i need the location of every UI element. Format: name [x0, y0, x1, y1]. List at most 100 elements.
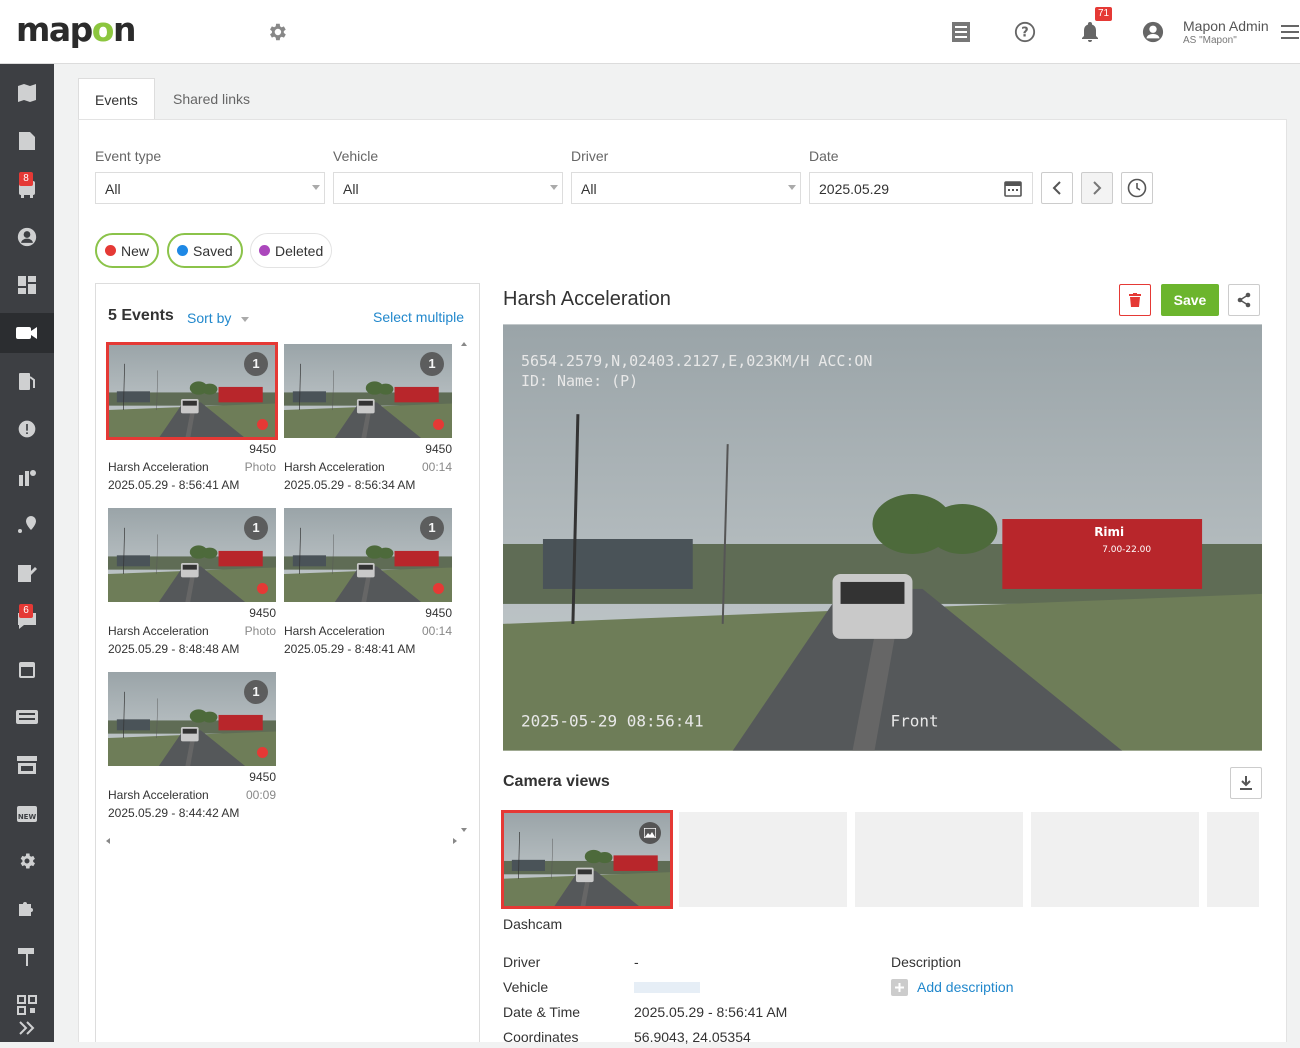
sidebar-item-video[interactable]	[0, 313, 54, 353]
new-calendar-icon: NEW	[17, 806, 37, 822]
date-label: Date	[809, 148, 839, 164]
blue-status-dot	[177, 245, 188, 256]
next-date-button[interactable]	[1081, 172, 1113, 204]
event-datetime: 2025.05.29 - 8:56:34 AM	[284, 478, 416, 492]
tab-events[interactable]: Events	[78, 78, 155, 120]
sidebar-item-drivers[interactable]	[0, 217, 54, 257]
sidebar-item-tasks[interactable]	[0, 553, 54, 593]
sidebar-item-fuel[interactable]	[0, 361, 54, 401]
share-icon	[1237, 292, 1251, 308]
event-type-select[interactable]: All	[95, 172, 325, 204]
sidebar-item-dashboard[interactable]	[0, 265, 54, 305]
sidebar-item-settings[interactable]	[0, 841, 54, 881]
event-thumbnail[interactable]: 1	[284, 508, 452, 602]
svg-text:?: ?	[1021, 26, 1028, 41]
description-label: Description	[891, 954, 962, 970]
sidebar-item-store[interactable]	[0, 745, 54, 785]
event-main-photo[interactable]: 5654.2579,N,02403.2127,E,023KM/H ACC:ON …	[503, 324, 1262, 751]
download-button[interactable]	[1230, 767, 1262, 799]
filter-saved-pill[interactable]: Saved	[167, 233, 243, 268]
sidebar-item-keyboard[interactable]	[0, 697, 54, 737]
sidebar-expand-button[interactable]	[0, 1008, 54, 1048]
share-button[interactable]	[1228, 284, 1260, 316]
map-icon	[18, 84, 36, 102]
sidebar-item-new-features[interactable]: NEW	[0, 793, 54, 833]
camera-view-dashcam[interactable]	[501, 810, 673, 909]
add-plus-icon[interactable]	[891, 979, 908, 996]
sidebar-item-calendar[interactable]	[0, 649, 54, 689]
camera-views-title: Camera views	[503, 773, 610, 790]
filter-deleted-pill[interactable]: Deleted	[250, 233, 333, 268]
keyboard-icon	[16, 710, 38, 724]
camera-overlay-text: Front	[890, 712, 938, 731]
add-description-link[interactable]: Add description	[917, 979, 1014, 995]
mapon-logo[interactable]: mapon	[16, 10, 136, 49]
sidebar-item-places[interactable]	[0, 505, 54, 545]
event-media: 00:14	[421, 624, 452, 638]
event-vehicle: 9450	[249, 606, 276, 620]
new-status-dot	[433, 419, 444, 430]
save-button[interactable]: Save	[1161, 284, 1219, 316]
sidebar-item-maintenance[interactable]	[0, 457, 54, 497]
event-thumbnail[interactable]: 1	[108, 508, 276, 602]
help-icon[interactable]: ?	[1010, 17, 1040, 47]
event-thumbnail[interactable]: 1	[106, 342, 278, 440]
tab-shared-links[interactable]: Shared links	[157, 78, 266, 120]
reports-list-icon[interactable]	[946, 17, 976, 47]
driver-value: All	[581, 181, 597, 197]
event-media: 00:09	[245, 788, 276, 802]
id-overlay-text: ID: Name: (P)	[521, 372, 638, 390]
scroll-left-arrow-icon[interactable]	[106, 838, 110, 844]
event-media: Photo	[244, 460, 276, 474]
sidebar-item-documents[interactable]	[0, 121, 54, 161]
select-multiple-link[interactable]: Select multiple	[373, 309, 464, 325]
event-media: 00:14	[421, 460, 452, 474]
date-input[interactable]: 2025.05.29	[809, 172, 1033, 204]
vehicle-select[interactable]: All	[333, 172, 563, 204]
sort-by-dropdown[interactable]: Sort by	[187, 310, 250, 326]
filter-new-pill[interactable]: New	[95, 233, 160, 268]
event-type-value: All	[105, 181, 121, 197]
settings-gear-icon[interactable]	[262, 17, 292, 47]
user-avatar-icon[interactable]	[1138, 17, 1168, 47]
dashcam-photo: 5654.2579,N,02403.2127,E,023KM/H ACC:ON …	[503, 324, 1262, 751]
sidebar-item-map[interactable]	[0, 73, 54, 113]
scroll-up-arrow-icon[interactable]	[461, 342, 467, 346]
media-count-badge: 1	[244, 516, 268, 540]
driver-field-label: Driver	[503, 954, 541, 970]
scroll-right-arrow-icon[interactable]	[453, 838, 457, 844]
event-datetime: 2025.05.29 - 8:44:42 AM	[108, 806, 240, 820]
store-hours-text: 7.00-22.00	[1102, 545, 1151, 555]
sidebar-item-alerts[interactable]	[0, 409, 54, 449]
scroll-down-arrow-icon[interactable]	[461, 828, 467, 832]
dashboard-icon	[18, 276, 36, 294]
time-range-button[interactable]	[1121, 172, 1153, 204]
top-bar: mapon ? 71 Mapon Admin AS "Mapon"	[0, 0, 1300, 64]
user-name[interactable]: Mapon Admin	[1183, 18, 1269, 34]
previous-date-button[interactable]	[1041, 172, 1073, 204]
coordinates-field-label: Coordinates	[503, 1029, 579, 1045]
driver-select[interactable]: All	[571, 172, 801, 204]
calendar-icon[interactable]	[1004, 179, 1022, 197]
events-count-title: 5 Events	[108, 307, 174, 324]
download-icon	[1240, 776, 1252, 790]
vehicle-label: Vehicle	[333, 148, 379, 164]
edit-document-icon	[18, 565, 37, 582]
camera-label: Dashcam	[503, 916, 563, 932]
event-thumbnail[interactable]: 1	[284, 344, 452, 438]
svg-text:NEW: NEW	[18, 813, 37, 821]
wrench-chart-icon	[19, 470, 36, 486]
event-thumbnail[interactable]: 1	[108, 672, 276, 766]
notifications-bell-icon[interactable]	[1075, 17, 1105, 47]
coordinates-field-value[interactable]: 56.9043, 24.05354	[634, 1029, 751, 1045]
fuel-icon	[19, 373, 35, 390]
calendar-icon	[19, 662, 35, 678]
sidebar-item-integrations[interactable]	[0, 889, 54, 929]
menu-hamburger-icon[interactable]	[1280, 17, 1300, 47]
new-status-dot	[257, 583, 268, 594]
delete-button[interactable]	[1119, 284, 1151, 316]
sidebar-item-tools[interactable]	[0, 937, 54, 977]
dropdown-arrow-icon	[788, 185, 796, 190]
double-chevron-right-icon	[19, 1021, 35, 1035]
event-media: Photo	[244, 624, 276, 638]
